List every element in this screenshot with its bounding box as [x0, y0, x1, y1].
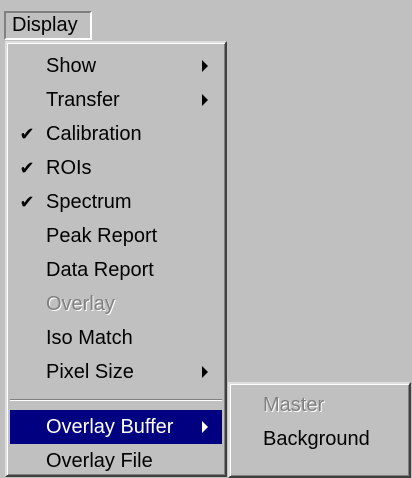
- checkmark-icon: ✔: [19, 124, 35, 144]
- menu-item-label: Data Report: [46, 259, 154, 281]
- submenu-arrow-icon: [202, 421, 208, 433]
- menu-item-label: Iso Match: [46, 327, 133, 349]
- menu-item-overlay-buffer[interactable]: Overlay Buffer: [10, 410, 222, 444]
- submenu-arrow-icon: [202, 366, 208, 378]
- submenu-arrow-icon: [202, 94, 208, 106]
- menu-item-label: ROIs: [46, 157, 92, 179]
- menu-item-label: Pixel Size: [46, 361, 134, 383]
- menu-display[interactable]: Display: [4, 11, 92, 40]
- menu-item-rois[interactable]: ✔ ROIs: [10, 151, 222, 185]
- menu-item-pixel-size[interactable]: Pixel Size: [10, 355, 222, 389]
- menu-item-overlay-file[interactable]: Overlay File: [10, 444, 222, 478]
- menu-item-spectrum[interactable]: ✔ Spectrum: [10, 185, 222, 219]
- submenu-item-label: Background: [263, 428, 370, 450]
- menu-item-label: Peak Report: [46, 225, 158, 247]
- submenu-item-master: Master: [233, 388, 406, 422]
- submenu-item-label: Master: [263, 394, 325, 416]
- menu-item-label: Spectrum: [46, 191, 132, 213]
- overlay-buffer-submenu: Master Background: [228, 382, 411, 478]
- checkmark-icon: ✔: [19, 192, 35, 212]
- menu-item-overlay: Overlay: [10, 287, 222, 321]
- submenu-item-background[interactable]: Background: [233, 422, 406, 456]
- menu-item-label: Overlay Buffer: [46, 416, 174, 438]
- menu-item-show[interactable]: Show: [10, 49, 222, 83]
- menu-item-peak-report[interactable]: Peak Report: [10, 219, 222, 253]
- menu-item-iso-match[interactable]: Iso Match: [10, 321, 222, 355]
- menu-item-label: Overlay: [46, 293, 115, 315]
- menu-item-label: Overlay File: [46, 450, 153, 472]
- menu-item-label: Calibration: [46, 123, 142, 145]
- menu-item-transfer[interactable]: Transfer: [10, 83, 222, 117]
- menu-item-calibration[interactable]: ✔ Calibration: [10, 117, 222, 151]
- menu-item-data-report[interactable]: Data Report: [10, 253, 222, 287]
- menu-display-label: Display: [12, 14, 78, 36]
- menu-separator: [10, 399, 222, 401]
- checkmark-icon: ✔: [19, 158, 35, 178]
- menu-item-label: Transfer: [46, 89, 120, 111]
- submenu-arrow-icon: [202, 60, 208, 72]
- menu-item-label: Show: [46, 55, 97, 77]
- display-dropdown-menu: Show Transfer ✔ Calibration ✔ ROIs ✔ Spe…: [5, 41, 227, 477]
